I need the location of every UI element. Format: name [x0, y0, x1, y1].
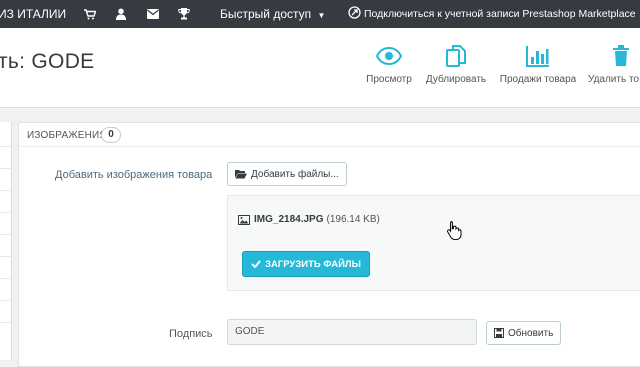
save-icon	[494, 328, 504, 338]
folder-open-icon	[235, 170, 247, 179]
images-count-badge: 0	[101, 127, 121, 143]
add-files-button[interactable]: Добавить файлы...	[227, 162, 347, 186]
divider	[0, 212, 12, 213]
caption-label: Подпись	[169, 328, 213, 340]
marketplace-link[interactable]: Подключиться к учетной записи Prestashop…	[348, 0, 636, 28]
duplicate-label: Дублировать	[425, 74, 487, 85]
panel-header: ИЗОБРАЖЕНИЯ 0	[19, 123, 640, 147]
left-tabs-column	[0, 122, 12, 360]
divider	[0, 168, 12, 169]
divider	[0, 300, 12, 301]
panel-title: ИЗОБРАЖЕНИЯ	[27, 130, 107, 141]
messages-icon[interactable]	[147, 9, 159, 19]
top-bar: ИЗ ИТАЛИИ Быстрый доступ ▼ Подключиться …	[0, 0, 640, 28]
quick-access-label: Быстрый доступ	[220, 7, 312, 21]
marketplace-label: Подключиться к учетной записи Prestashop…	[364, 8, 636, 20]
divider	[0, 256, 12, 257]
trash-icon	[588, 42, 640, 70]
bar-chart-icon	[497, 42, 579, 70]
image-icon	[238, 214, 250, 225]
duplicate-button[interactable]: Дублировать	[424, 42, 488, 85]
preview-label: Просмотр	[366, 74, 412, 85]
quick-access-menu[interactable]: Быстрый доступ ▼	[220, 0, 325, 28]
add-files-label: Добавить файлы...	[251, 168, 339, 180]
product-sales-label: Продажи товара	[499, 74, 577, 85]
update-label: Обновить	[508, 327, 554, 339]
upload-files-label: ЗАГРУЗИТЬ ФАЙЛЫ	[265, 258, 361, 270]
upload-queue: IMG_2184.JPG (196.14 KB) ЗАГРУЗИТЬ ФАЙЛЫ	[227, 195, 640, 291]
caret-down-icon: ▼	[317, 11, 326, 20]
connect-icon	[348, 6, 361, 19]
copy-icon	[424, 42, 488, 70]
product-sales-button[interactable]: Продажи товара	[497, 42, 579, 85]
divider	[0, 278, 12, 279]
update-button[interactable]: Обновить	[486, 321, 562, 345]
hand-cursor-icon	[446, 220, 462, 245]
shop-name[interactable]: ИЗ ИТАЛИИ	[0, 0, 66, 28]
upload-files-button[interactable]: ЗАГРУЗИТЬ ФАЙЛЫ	[242, 251, 370, 277]
page-title: ть: GODE	[0, 50, 95, 73]
eye-icon	[364, 42, 414, 70]
divider	[0, 322, 12, 323]
trophy-icon[interactable]	[178, 8, 190, 20]
delete-button[interactable]: Удалить то	[588, 42, 640, 85]
preview-button[interactable]: Просмотр	[364, 42, 414, 85]
images-panel: ИЗОБРАЖЕНИЯ 0 Добавить изображения товар…	[18, 122, 640, 367]
divider	[0, 190, 12, 191]
cart-icon[interactable]	[84, 9, 96, 20]
divider	[0, 234, 12, 235]
queued-file: IMG_2184.JPG (196.14 KB)	[238, 214, 380, 225]
divider	[0, 146, 12, 147]
file-name: IMG_2184.JPG	[254, 214, 324, 225]
delete-label: Удалить то	[588, 74, 639, 85]
page-header: ть: GODE Просмотр Дублировать Продажи то…	[0, 28, 640, 108]
file-size: (196.14 KB)	[326, 214, 380, 225]
add-images-label: Добавить изображения товара	[55, 169, 213, 181]
customers-icon[interactable]	[116, 8, 126, 20]
check-icon	[251, 260, 261, 268]
caption-input[interactable]: GODE	[227, 319, 477, 345]
